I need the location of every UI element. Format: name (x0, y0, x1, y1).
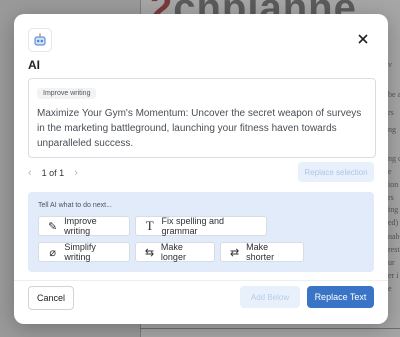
background-side-letter: nab (388, 232, 400, 241)
close-icon[interactable] (354, 30, 372, 48)
replace-selection-button[interactable]: Replace selection (298, 162, 374, 182)
background-side-letter: ion (388, 180, 399, 189)
background-side-letter: be a (388, 90, 400, 99)
replace-text-button[interactable]: Replace Text (307, 286, 374, 308)
footer-divider (14, 280, 388, 281)
make-shorter-button[interactable]: ⇄ Make shorter (220, 242, 304, 262)
chevron-left-icon[interactable]: ‹ (28, 167, 32, 179)
background-side-letter: ng c (388, 154, 400, 163)
background-side-letter: ed) (388, 218, 399, 227)
background-side-letter: e (388, 284, 392, 293)
modal-title: AI (28, 58, 40, 72)
background-side-letter: rest (388, 245, 400, 254)
make-longer-label: Make longer (160, 242, 186, 262)
fix-spelling-label: Fix spelling and grammar (161, 216, 225, 236)
simplify-writing-label: Simplify writing (64, 242, 96, 262)
next-actions-panel: Tell AI what to do next... ✎ Improve wri… (28, 192, 374, 272)
simplify-icon: ⌀ (49, 246, 56, 259)
improve-writing-label: Improve writing (64, 216, 97, 236)
make-longer-button[interactable]: ⇆ Make longer (135, 242, 215, 262)
result-pager: ‹ 1 of 1 › (28, 167, 78, 179)
pager-label: 1 of 1 (41, 168, 65, 178)
simplify-writing-button[interactable]: ⌀ Simplify writing (38, 242, 130, 262)
shorten-icon: ⇄ (229, 246, 240, 259)
add-below-label: Add Below (250, 292, 290, 302)
background-divider (140, 328, 400, 329)
pencil-icon: ✎ (47, 220, 58, 233)
ai-result-text: Maximize Your Gym's Momentum: Uncover th… (37, 108, 362, 149)
expand-icon: ⇆ (144, 246, 155, 259)
chevron-right-icon[interactable]: › (74, 167, 78, 179)
cancel-label: Cancel (36, 293, 65, 303)
background-side-letter: rs (388, 108, 394, 117)
cancel-button[interactable]: Cancel (28, 286, 74, 310)
improve-writing-button[interactable]: ✎ Improve writing (38, 216, 130, 236)
robot-icon (28, 28, 52, 52)
background-side-letter: ing (388, 205, 399, 214)
replace-selection-label: Replace selection (304, 167, 368, 177)
ai-modal: AI Improve writing Maximize Your Gym's M… (14, 14, 388, 324)
background-side-letter: er i (388, 271, 399, 280)
replace-text-label: Replace Text (314, 292, 367, 302)
add-below-button[interactable]: Add Below (240, 286, 300, 308)
background-side-letter: e (388, 167, 392, 176)
text-icon: T (145, 218, 154, 233)
background-side-letter: v (388, 60, 392, 69)
action-chip: Improve writing (37, 88, 97, 99)
background-side-letter: rs (388, 193, 394, 202)
make-shorter-label: Make shorter (246, 242, 275, 262)
background-side-letter: ur (388, 258, 395, 267)
background-side-letter: ng (388, 125, 396, 134)
tell-ai-label: Tell AI what to do next... (38, 202, 112, 209)
fix-spelling-button[interactable]: T Fix spelling and grammar (135, 216, 267, 236)
ai-result-box: Improve writing Maximize Your Gym's Mome… (28, 78, 376, 158)
